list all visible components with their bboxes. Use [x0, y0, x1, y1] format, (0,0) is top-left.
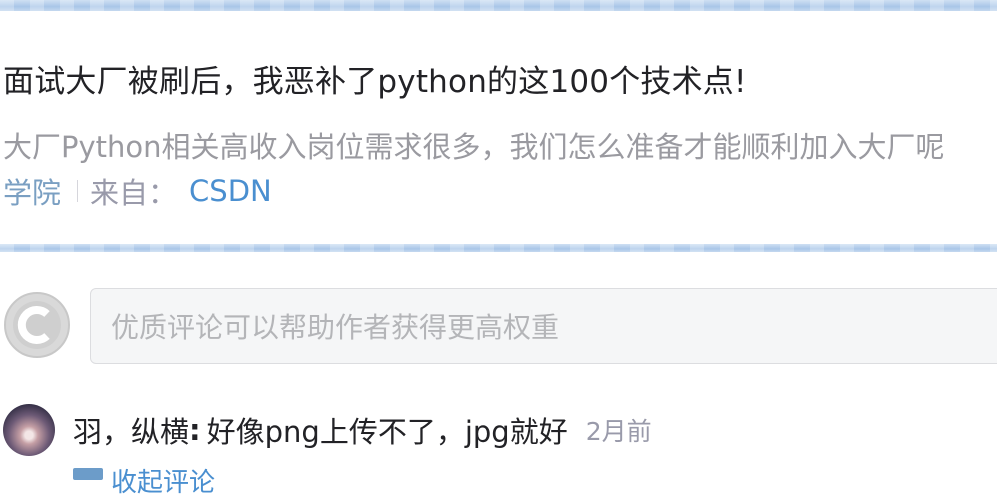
comment-item: 羽，纵横 : 好像png上传不了，jpg就好 2月前	[3, 404, 652, 456]
comment-colon: :	[189, 413, 201, 447]
collapse-comments-button[interactable]: 收起评论	[73, 462, 215, 499]
source-link[interactable]: CSDN	[189, 174, 272, 208]
article-title[interactable]: 面试大厂被刷后，我恶补了python的这100个技术点!	[3, 56, 747, 101]
collapse-label: 收起评论	[111, 468, 216, 498]
meta-divider	[77, 180, 79, 202]
source-label: 来自：	[90, 176, 178, 210]
article-description[interactable]: 大厂Python相关高收入岗位需求很多，我们怎么准备才能顺利加入大厂呢	[3, 124, 997, 166]
top-decorative-band	[0, 0, 997, 11]
article-meta: 学院 来自： CSDN	[3, 170, 272, 212]
comment-text: 好像png上传不了，jpg就好	[206, 415, 568, 449]
comment-input-placeholder: 优质评论可以帮助作者获得更高权重	[111, 311, 560, 344]
comment-input[interactable]: 优质评论可以帮助作者获得更高权重	[90, 288, 997, 364]
commenter-avatar[interactable]	[3, 404, 55, 456]
current-user-avatar	[4, 292, 70, 358]
commenter-name[interactable]: 羽，纵横	[73, 409, 189, 451]
article-category[interactable]: 学院	[3, 170, 61, 212]
section-divider-band	[0, 244, 997, 252]
csdn-logo-icon	[13, 301, 61, 349]
comment-time: 2月前	[585, 417, 652, 446]
collapse-icon	[73, 468, 103, 480]
